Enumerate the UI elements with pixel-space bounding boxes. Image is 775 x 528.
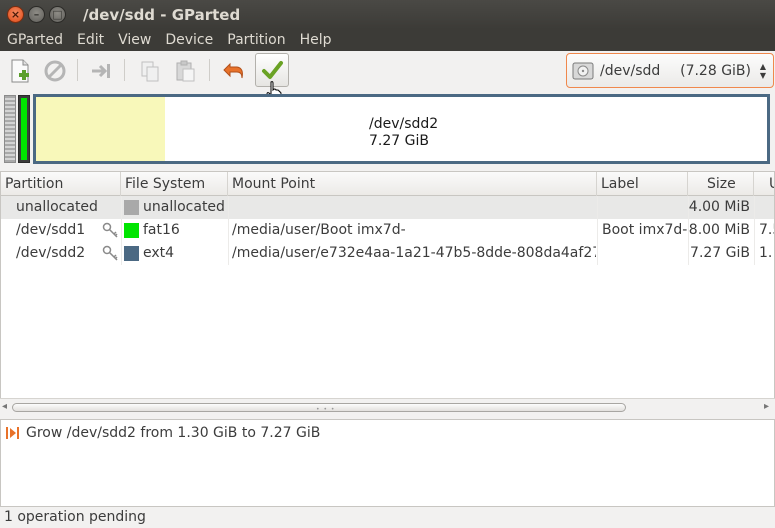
row-mount-point: /media/user/e732e4aa-1a21-47b5-8dde-808d…: [232, 245, 596, 261]
menu-view[interactable]: View: [111, 32, 158, 48]
diskmap-partition-name: /dev/sdd2: [369, 116, 439, 132]
row-size: 7.27 GiB: [690, 245, 750, 261]
window-title: /dev/sdd - GParted: [83, 5, 241, 24]
row-file-system: fat16: [143, 222, 180, 238]
grow-operation-icon: [6, 427, 19, 439]
row-file-system: unallocated: [143, 199, 225, 215]
toolbar-separator: [124, 59, 125, 81]
table-row[interactable]: unallocated unallocated 4.00 MiB: [1, 196, 774, 219]
row-mount-point: /media/user/Boot imx7d-: [232, 222, 406, 238]
table-row[interactable]: /dev/sdd1 fat16 /media/user/Boot imx7d- …: [1, 219, 774, 242]
spin-arrows-icon: ▲ ▼: [759, 62, 766, 80]
column-separator: [121, 196, 122, 265]
table-header: Partition File System Mount Point Label …: [1, 172, 774, 196]
pending-operations-pane: Grow /dev/sdd2 from 1.30 GiB to 7.27 GiB: [0, 419, 775, 507]
column-separator: [228, 196, 229, 265]
new-partition-icon: [11, 59, 29, 83]
scroll-right-icon[interactable]: ▸: [764, 401, 769, 412]
paste-icon: [176, 60, 195, 82]
header-file-system[interactable]: File System: [121, 172, 228, 196]
header-used[interactable]: U: [754, 172, 774, 196]
operation-item[interactable]: Grow /dev/sdd2 from 1.30 GiB to 7.27 GiB: [1, 423, 320, 443]
table-row[interactable]: /dev/sdd2 ext4 /media/user/e732e4aa-1a21…: [1, 242, 774, 265]
menu-partition[interactable]: Partition: [220, 32, 292, 48]
menu-device[interactable]: Device: [158, 32, 220, 48]
status-bar: 1 operation pending: [0, 508, 775, 528]
row-size: 4.00 MiB: [688, 199, 750, 215]
column-separator: [754, 196, 755, 265]
maximize-icon: □: [52, 8, 63, 21]
minimize-icon: –: [33, 8, 40, 21]
column-separator: [597, 196, 598, 265]
resize-move-button[interactable]: [87, 56, 117, 86]
apply-icon: [262, 61, 283, 79]
fs-color-swatch: [124, 200, 139, 215]
header-label[interactable]: Label: [597, 172, 688, 196]
key-icon: [102, 222, 118, 238]
undo-button[interactable]: [219, 56, 249, 86]
copy-icon: [141, 61, 159, 82]
undo-icon: [223, 62, 243, 79]
device-selector[interactable]: /dev/sdd (7.28 GiB) ▲ ▼: [566, 53, 774, 88]
grip-icon: • • •: [316, 406, 336, 413]
row-partition: /dev/sdd1: [16, 222, 86, 238]
hard-disk-icon: [572, 62, 594, 79]
device-name: /dev/sdd: [600, 62, 661, 79]
key-icon: [102, 245, 118, 261]
scrollbar-thumb[interactable]: • • •: [12, 403, 626, 413]
copy-button[interactable]: [135, 56, 165, 86]
device-size: (7.28 GiB): [680, 62, 751, 79]
menu-gparted[interactable]: GParted: [0, 32, 70, 48]
row-size: 8.00 MiB: [688, 222, 750, 238]
close-window-button[interactable]: ×: [7, 6, 24, 23]
disk-map: /dev/sdd2 7.27 GiB: [0, 91, 775, 167]
fs-color-swatch: [124, 246, 139, 261]
row-file-system: ext4: [143, 245, 175, 261]
column-separator: [688, 196, 689, 265]
row-partition: unallocated: [16, 199, 98, 215]
row-used: 1.: [759, 245, 773, 261]
row-partition: /dev/sdd2: [16, 245, 86, 261]
maximize-window-button[interactable]: □: [49, 6, 66, 23]
minimize-window-button[interactable]: –: [28, 6, 45, 23]
toolbar-separator: [77, 59, 78, 81]
diskmap-sdd2-label: /dev/sdd2 7.27 GiB: [369, 116, 438, 150]
status-text: 1 operation pending: [4, 509, 146, 525]
operation-text: Grow /dev/sdd2 from 1.30 GiB to 7.27 GiB: [26, 425, 321, 441]
title-bar: × – □ /dev/sdd - GParted: [0, 0, 775, 29]
delete-partition-button[interactable]: [40, 56, 70, 86]
scroll-left-icon[interactable]: ◂: [2, 401, 7, 412]
diskmap-unallocated[interactable]: [4, 95, 16, 163]
menu-bar: GParted Edit View Device Partition Help: [0, 29, 775, 51]
fs-color-swatch: [124, 223, 139, 238]
paste-button[interactable]: [170, 56, 200, 86]
toolbar-separator: [209, 59, 210, 81]
header-size[interactable]: Size: [688, 172, 754, 196]
diskmap-partition-size: 7.27 GiB: [369, 133, 429, 149]
toolbar: /dev/sdd (7.28 GiB) ▲ ▼: [0, 51, 775, 103]
row-label: Boot imx7d-: [602, 222, 687, 238]
horizontal-scrollbar[interactable]: ◂ • • • ▸: [0, 398, 775, 415]
menu-edit[interactable]: Edit: [70, 32, 111, 48]
menu-help[interactable]: Help: [293, 32, 339, 48]
partition-table: Partition File System Mount Point Label …: [0, 171, 775, 415]
header-partition[interactable]: Partition: [1, 172, 121, 196]
header-mount-point[interactable]: Mount Point: [228, 172, 597, 196]
close-icon: ×: [10, 8, 21, 21]
row-used: 7.5: [759, 222, 774, 238]
delete-partition-icon: [44, 60, 66, 82]
diskmap-sdd2[interactable]: /dev/sdd2 7.27 GiB: [33, 94, 770, 164]
diskmap-sdd2-used: [36, 97, 165, 161]
diskmap-sdd1[interactable]: [18, 95, 30, 163]
resize-move-icon: [92, 64, 110, 78]
new-partition-button[interactable]: [5, 56, 35, 86]
